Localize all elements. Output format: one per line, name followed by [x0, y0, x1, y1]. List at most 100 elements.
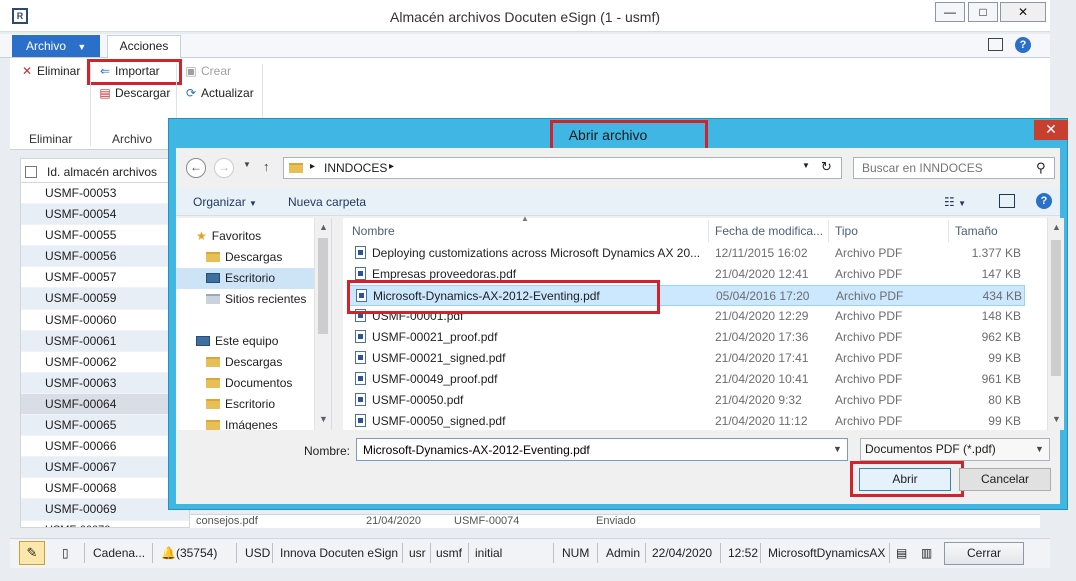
refresh-icon[interactable]: ↻: [821, 159, 832, 175]
abrir-button[interactable]: Abrir: [859, 468, 951, 491]
layout-icon[interactable]: [988, 38, 1003, 51]
status-cadena[interactable]: Cadena...: [93, 546, 145, 560]
table-row[interactable]: USMF-00061: [21, 330, 189, 352]
file-scroll-thumb[interactable]: [1051, 240, 1061, 376]
dialog-close-button[interactable]: ✕: [1034, 120, 1068, 140]
file-row[interactable]: Empresas proveedoras.pdf 21/04/2020 12:41…: [349, 264, 1025, 285]
folder-icon: [289, 163, 303, 173]
nav-scroll-thumb[interactable]: [318, 238, 328, 334]
table-row[interactable]: USMF-00059: [21, 288, 189, 310]
nav-pc-documentos[interactable]: Documentos: [176, 373, 314, 394]
help-icon[interactable]: ?: [1036, 193, 1052, 209]
table-row[interactable]: USMF-00065: [21, 415, 189, 437]
file-row[interactable]: USMF-00049_proof.pdf 21/04/2020 10:41 Arch…: [349, 369, 1025, 390]
table-row-partial[interactable]: USMF-00070: [21, 521, 189, 528]
nav-label: Escritorio: [225, 271, 276, 285]
column-header-id[interactable]: Id. almacén archivos: [47, 165, 157, 179]
file-row-selected[interactable]: Microsoft-Dynamics-AX-2012-Eventing.pdf 0…: [349, 285, 1025, 306]
up-arrow-icon[interactable]: ↑: [263, 159, 270, 174]
database-icon[interactable]: ▤: [896, 546, 907, 560]
table-row[interactable]: USMF-00069: [21, 499, 189, 521]
column-header-tipo[interactable]: Tipo: [835, 224, 858, 238]
search-input[interactable]: [860, 160, 1035, 176]
search-icon[interactable]: ⚲: [1036, 160, 1046, 176]
eliminar-button[interactable]: ✕ Eliminar: [20, 64, 80, 78]
file-type: Archivo PDF: [835, 330, 903, 344]
table-row[interactable]: USMF-00067: [21, 457, 189, 479]
descargar-button[interactable]: ▤ Descargar: [98, 86, 170, 100]
nav-pc-escritorio[interactable]: Escritorio: [176, 394, 314, 415]
desktop-icon: [206, 273, 220, 283]
file-row[interactable]: USMF-00050_signed.pdf 21/04/2020 11:12 Arc…: [349, 411, 1025, 430]
document-icon[interactable]: ▯: [62, 546, 69, 560]
address-bar[interactable]: ▸ INNDOCES ▸ ▼ ↻: [283, 157, 842, 179]
table-row[interactable]: USMF-00060: [21, 310, 189, 331]
delete-x-icon: ✕: [21, 64, 33, 78]
main-close-button[interactable]: ✕: [1000, 2, 1046, 22]
file-row[interactable]: USMF-00050.pdf 21/04/2020 9:32 Archivo PDF…: [349, 390, 1025, 411]
select-all-checkbox[interactable]: [25, 166, 37, 178]
file-row[interactable]: USMF-00021_proof.pdf 21/04/2020 17:36 Arch…: [349, 327, 1025, 348]
chevron-down-icon[interactable]: ▼: [833, 444, 842, 454]
scroll-up-icon[interactable]: ▲: [1052, 222, 1061, 232]
crear-button[interactable]: ▣ Crear: [184, 64, 231, 78]
tab-acciones[interactable]: Acciones: [107, 35, 181, 58]
filename-input[interactable]: [361, 442, 821, 458]
filename-combo[interactable]: ▼: [356, 438, 848, 461]
nueva-carpeta-button[interactable]: Nueva carpeta: [288, 195, 366, 209]
table-row[interactable]: USMF-00062: [21, 352, 189, 373]
restore-button[interactable]: □: [968, 2, 998, 22]
back-arrow-icon[interactable]: ←: [186, 158, 206, 178]
nav-pc-imagenes[interactable]: Imágenes: [176, 415, 314, 430]
column-header-tamano[interactable]: Tamaño: [955, 224, 998, 238]
forward-arrow-icon[interactable]: →: [214, 158, 234, 178]
table-row[interactable]: USMF-00053: [21, 183, 189, 205]
filetype-select[interactable]: Documentos PDF (*.pdf) ▼: [860, 438, 1050, 461]
address-dropdown-icon[interactable]: ▼: [802, 161, 810, 170]
table-row[interactable]: USMF-00056: [21, 246, 189, 268]
help-icon[interactable]: ?: [1015, 37, 1031, 53]
file-row[interactable]: Deploying customizations across Microsof…: [349, 243, 1025, 264]
table-row[interactable]: USMF-00054: [21, 204, 189, 226]
scroll-down-icon[interactable]: ▼: [1052, 414, 1061, 424]
cerrar-button[interactable]: Cerrar: [944, 542, 1024, 565]
table-row[interactable]: USMF-00057: [21, 267, 189, 289]
breadcrumb-inndoces[interactable]: INNDOCES: [324, 161, 387, 175]
table-row[interactable]: USMF-00055: [21, 225, 189, 247]
nav-favoritos[interactable]: ★ Favoritos: [176, 226, 314, 247]
tab-archivo[interactable]: Archivo ▼: [12, 35, 100, 57]
search-box[interactable]: ⚲: [853, 157, 1055, 179]
file-type: Archivo PDF: [835, 267, 903, 281]
status-notifications[interactable]: 🔔(35754): [161, 546, 217, 560]
scroll-up-icon[interactable]: ▲: [319, 222, 328, 232]
column-header-fecha[interactable]: Fecha de modifica...: [715, 224, 823, 238]
actualizar-button[interactable]: ⟳ Actualizar: [184, 86, 254, 100]
nav-este-equipo[interactable]: Este equipo: [176, 331, 314, 352]
preview-pane-icon[interactable]: [999, 194, 1015, 208]
file-row[interactable]: USMF-00021_signed.pdf 21/04/2020 17:41 Arc…: [349, 348, 1025, 369]
file-row[interactable]: USMF-00001.pdf 21/04/2020 12:29 Archivo PD…: [349, 306, 1025, 327]
table-row[interactable]: USMF-00063: [21, 372, 189, 394]
breadcrumb-chevron-icon[interactable]: ▸: [389, 161, 394, 172]
scroll-down-icon[interactable]: ▼: [319, 414, 328, 424]
column-header-nombre[interactable]: Nombre: [352, 224, 395, 238]
history-chevron-icon[interactable]: ▼: [243, 160, 251, 169]
breadcrumb-chevron-icon[interactable]: ▸: [310, 161, 315, 172]
file-list-scrollbar[interactable]: ▲ ▼: [1047, 218, 1064, 430]
refresh-icon: ⟳: [185, 86, 197, 100]
view-options-icon[interactable]: ☷ ▼: [944, 195, 966, 209]
cancelar-button[interactable]: Cancelar: [959, 468, 1051, 491]
minimize-button[interactable]: —: [935, 2, 965, 22]
nav-fav-recientes[interactable]: Sitios recientes: [176, 289, 314, 310]
table-row[interactable]: USMF-00068: [21, 478, 189, 500]
server-icon[interactable]: ▥: [921, 546, 932, 560]
nav-fav-descargas[interactable]: Descargas: [176, 247, 314, 268]
organizar-button[interactable]: Organizar ▼: [193, 195, 257, 209]
nav-fav-escritorio[interactable]: Escritorio: [176, 268, 314, 289]
table-row[interactable]: USMF-00066: [21, 436, 189, 458]
importar-button[interactable]: ⇐ Importar: [98, 64, 160, 78]
nav-pc-descargas[interactable]: Descargas: [176, 352, 314, 373]
nav-scrollbar[interactable]: ▲ ▼: [314, 218, 331, 430]
table-row-selected[interactable]: USMF-00064: [21, 393, 189, 416]
edit-pencil-icon[interactable]: ✎: [19, 541, 45, 565]
